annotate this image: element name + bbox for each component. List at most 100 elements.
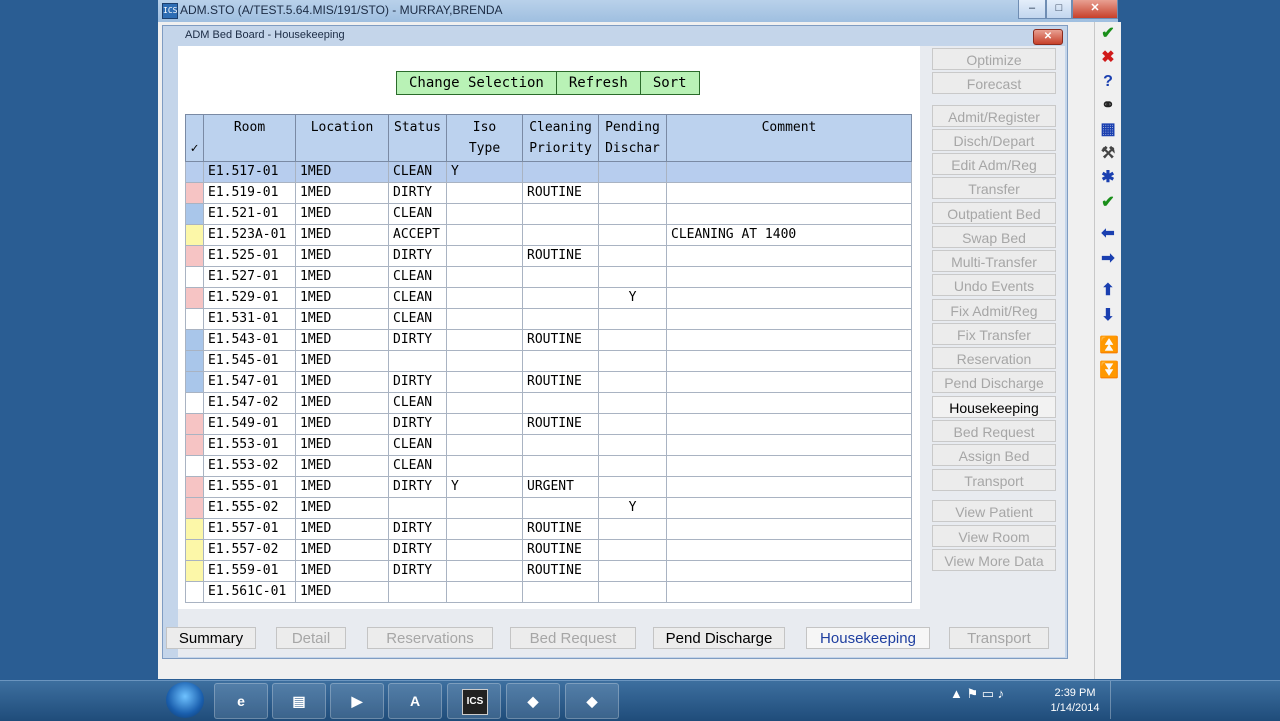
minimize-button[interactable]: – [1018,0,1046,19]
side-button-view-patient[interactable]: View Patient [932,500,1056,522]
pending-discharge-cell [598,392,667,414]
page-up-icon[interactable]: ⏫ [1099,337,1119,355]
table-row[interactable]: E1.521-01 1MED CLEAN [185,203,912,225]
table-row[interactable]: E1.555-02 1MED Y [185,497,912,519]
table-row[interactable]: E1.557-02 1MED DIRTY ROUTINE [185,539,912,561]
side-button-pend-discharge[interactable]: Pend Discharge [932,371,1056,393]
dialog-close-button[interactable]: ✕ [1033,29,1063,45]
table-row[interactable]: E1.531-01 1MED CLEAN [185,308,912,330]
side-button-undo-events[interactable]: Undo Events [932,274,1056,296]
tab-reservations[interactable]: Reservations [367,627,493,649]
tab-summary[interactable]: Summary [166,627,256,649]
help-icon[interactable]: ? [1099,73,1117,91]
side-button-view-room[interactable]: View Room [932,525,1056,547]
iso-type-column-header[interactable]: Iso Type [446,114,523,162]
start-button[interactable] [166,682,204,718]
side-button-multi-transfer[interactable]: Multi-Transfer [932,250,1056,272]
room-column-header[interactable]: Room [203,114,296,162]
taskbar-pdf-button[interactable]: A [388,683,442,719]
tab-pend-discharge[interactable]: Pend Discharge [653,627,785,649]
taskbar-folder-button[interactable]: ▤ [272,683,326,719]
arrow-right-icon[interactable]: ➡ [1099,250,1117,268]
table-row[interactable]: E1.547-02 1MED CLEAN [185,392,912,414]
tools-icon[interactable]: ⚒ [1099,145,1117,163]
arrow-left-icon[interactable]: ⬅ [1099,225,1117,243]
iso-type-cell [446,308,523,330]
check-all-icon[interactable]: ✔ [1099,194,1117,212]
cleaning-priority-cell [522,203,599,225]
side-button-bed-request[interactable]: Bed Request [932,420,1056,442]
taskbar-ics-button[interactable]: ICS [447,683,501,719]
room-cell: E1.531-01 [203,308,296,330]
tab-transport[interactable]: Transport [949,627,1049,649]
close-button[interactable]: ✕ [1072,0,1118,19]
side-button-disch-depart[interactable]: Disch/Depart [932,129,1056,151]
comment-column-header[interactable]: Comment [666,114,912,162]
show-desktop-button[interactable] [1110,681,1121,719]
side-button-optimize[interactable]: Optimize [932,48,1056,70]
status-cell: DIRTY [388,560,447,582]
taskbar-app-button[interactable]: ◆ [506,683,560,719]
maximize-button[interactable]: □ [1046,0,1072,19]
taskbar-ie-button[interactable]: e [214,683,268,719]
side-button-forecast[interactable]: Forecast [932,72,1056,94]
table-row[interactable]: E1.547-01 1MED DIRTY ROUTINE [185,371,912,393]
table-row[interactable]: E1.523A-01 1MED ACCEPT CLEANING AT 1400 [185,224,912,246]
table-row[interactable]: E1.525-01 1MED DIRTY ROUTINE [185,245,912,267]
arrow-down-icon[interactable]: ⬇ [1099,307,1117,325]
table-row[interactable]: E1.559-01 1MED DIRTY ROUTINE [185,560,912,582]
side-button-reservation[interactable]: Reservation [932,347,1056,369]
row-color-marker [185,203,204,225]
refresh-button[interactable]: Refresh [557,72,641,94]
taskbar-media-player-button[interactable]: ▶ [330,683,384,719]
tab-detail[interactable]: Detail [276,627,346,649]
system-tray[interactable]: ▲ ⚑ ▭ ♪ [950,686,1004,702]
status-column-header[interactable]: Status [388,114,447,162]
taskbar-app2-button[interactable]: ◆ [565,683,619,719]
side-button-transfer[interactable]: Transfer [932,177,1056,199]
ok-check-icon[interactable]: ✔ [1099,25,1117,43]
table-row[interactable]: E1.545-01 1MED [185,350,912,372]
table-row[interactable]: E1.517-01 1MED CLEAN Y [185,161,912,183]
side-button-fix-admit-reg[interactable]: Fix Admit/Reg [932,299,1056,321]
table-row[interactable]: E1.519-01 1MED DIRTY ROUTINE [185,182,912,204]
cleaning-priority-column-header[interactable]: Cleaning Priority [522,114,599,162]
table-row[interactable]: E1.553-01 1MED CLEAN [185,434,912,456]
table-row[interactable]: E1.527-01 1MED CLEAN [185,266,912,288]
side-button-transport[interactable]: Transport [932,469,1056,491]
row-color-marker [185,224,204,246]
side-button-outpatient-bed[interactable]: Outpatient Bed [932,202,1056,224]
side-button-housekeeping[interactable]: Housekeeping [932,396,1056,418]
row-color-marker [185,161,204,183]
binoculars-icon[interactable]: ⚭ [1099,97,1117,115]
table-row[interactable]: E1.557-01 1MED DIRTY ROUTINE [185,518,912,540]
page-down-icon[interactable]: ⏬ [1099,362,1119,380]
pending-discharge-column-header[interactable]: Pending Dischar [598,114,667,162]
side-button-assign-bed[interactable]: Assign Bed [932,444,1056,466]
cleaning-priority-cell [522,308,599,330]
window-title-bar[interactable]: ICS ADM.STO (A/TEST.5.64.MIS/191/STO) - … [158,0,1118,23]
asterisk-icon[interactable]: ✱ [1099,169,1117,187]
side-button-admit-register[interactable]: Admit/Register [932,105,1056,127]
sort-button[interactable]: Sort [641,72,699,94]
side-button-edit-adm-reg[interactable]: Edit Adm/Reg [932,153,1056,175]
room-cell: E1.543-01 [203,329,296,351]
table-row[interactable]: E1.561C-01 1MED [185,581,912,603]
cancel-x-icon[interactable]: ✖ [1099,49,1117,67]
table-row[interactable]: E1.555-01 1MED DIRTY Y URGENT [185,476,912,498]
side-button-swap-bed[interactable]: Swap Bed [932,226,1056,248]
table-row[interactable]: E1.549-01 1MED DIRTY ROUTINE [185,413,912,435]
table-row[interactable]: E1.553-02 1MED CLEAN [185,455,912,477]
select-all-column-header[interactable]: ✓ [185,114,204,162]
table-row[interactable]: E1.529-01 1MED CLEAN Y [185,287,912,309]
calendar-icon[interactable]: ▦ [1099,121,1117,139]
tab-housekeeping[interactable]: Housekeeping [806,627,930,649]
side-button-view-more-data[interactable]: View More Data [932,549,1056,571]
location-column-header[interactable]: Location [295,114,389,162]
tab-bed-request[interactable]: Bed Request [510,627,636,649]
side-button-fix-transfer[interactable]: Fix Transfer [932,323,1056,345]
taskbar-clock[interactable]: 2:39 PM 1/14/2014 [1040,686,1110,716]
table-row[interactable]: E1.543-01 1MED DIRTY ROUTINE [185,329,912,351]
change-selection-button[interactable]: Change Selection [397,72,557,94]
arrow-up-icon[interactable]: ⬆ [1099,282,1117,300]
